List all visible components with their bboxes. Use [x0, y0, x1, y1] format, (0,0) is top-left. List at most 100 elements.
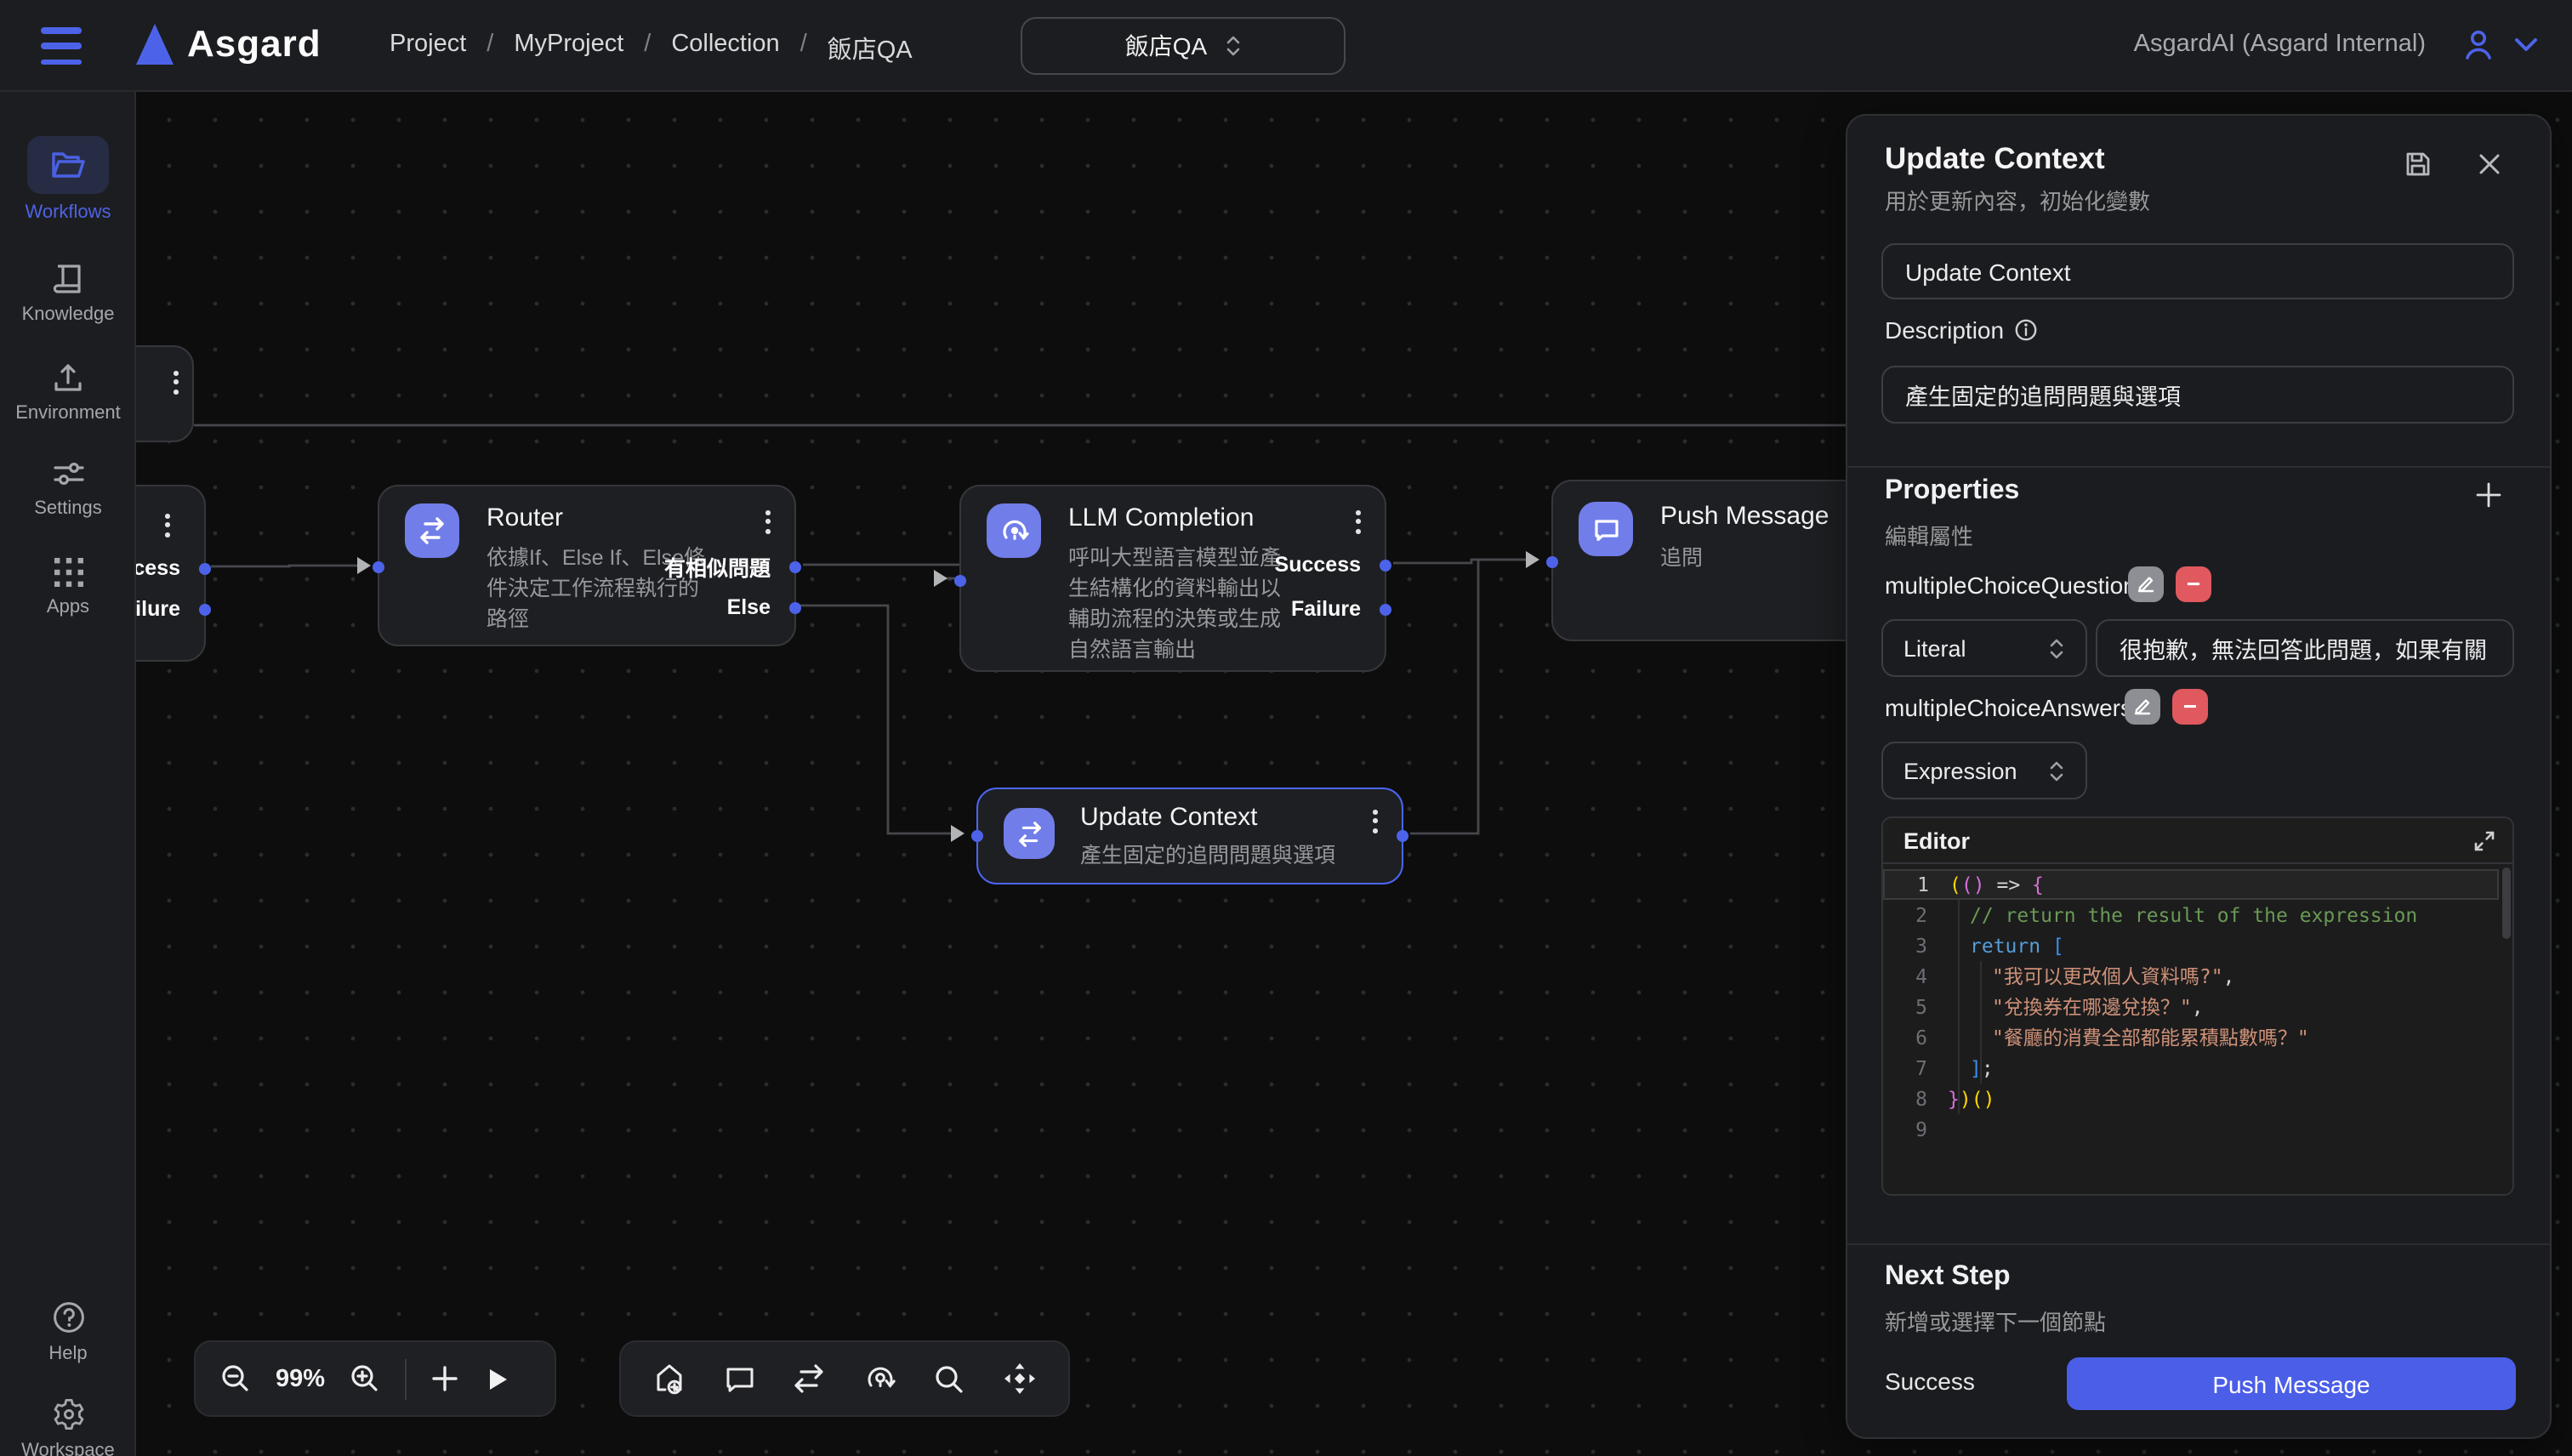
- node-menu-kebab-icon[interactable]: [170, 367, 182, 397]
- hamburger-menu-icon[interactable]: [41, 27, 82, 65]
- node-llm-completion[interactable]: LLM Completion 呼叫大型語言模型並產生結構化的資料輸出以輔助流程的…: [959, 485, 1386, 672]
- sidebar-item-knowledge[interactable]: Knowledge: [0, 262, 136, 325]
- description-input[interactable]: 產生固定的追問問題與選項: [1881, 366, 2514, 424]
- sidebar-item-settings[interactable]: Settings: [0, 458, 136, 519]
- port-label: Success: [136, 556, 180, 580]
- node-menu-kebab-icon[interactable]: [762, 507, 774, 537]
- breadcrumb-collection[interactable]: Collection: [671, 31, 779, 66]
- pencil-icon: [2137, 575, 2155, 594]
- input-port-dot[interactable]: [1546, 555, 1558, 567]
- zoom-out-button[interactable]: [219, 1362, 252, 1395]
- workflow-selector[interactable]: 飯店QA: [1021, 17, 1346, 75]
- code-line: 9: [1883, 1114, 2499, 1145]
- book-icon: [51, 262, 85, 296]
- add-button[interactable]: [430, 1364, 459, 1393]
- node-partial-top[interactable]: [136, 345, 194, 442]
- chevron-updown-icon: [2048, 637, 2065, 659]
- search-icon[interactable]: [933, 1362, 967, 1396]
- node-description: 產生固定的追問問題與選項: [1080, 840, 1395, 871]
- breadcrumb: Project/ MyProject/ Collection/ 飯店QA: [390, 31, 913, 66]
- sidebar-item-workflows[interactable]: Workflows: [0, 136, 136, 223]
- next-step-target-button[interactable]: Push Message: [2067, 1357, 2516, 1410]
- property-type-select[interactable]: Literal: [1881, 619, 2087, 677]
- sliders-icon: [50, 458, 86, 490]
- output-port-dot[interactable]: [1380, 603, 1391, 615]
- expand-icon[interactable]: [2473, 830, 2495, 852]
- node-name-input[interactable]: Update Context: [1881, 243, 2514, 299]
- node-router[interactable]: Router 依據If、Else If、Else條件決定工作流程執行的路徑 有相…: [378, 485, 796, 646]
- input-port-dot[interactable]: [971, 829, 983, 841]
- property-type-select[interactable]: Expression: [1881, 742, 2087, 799]
- toolbar-divider: [405, 1358, 407, 1399]
- chevron-down-icon[interactable]: [2514, 37, 2538, 53]
- node-update-context[interactable]: Update Context 產生固定的追問問題與選項: [976, 788, 1403, 884]
- zoom-in-button[interactable]: [349, 1362, 381, 1395]
- property-value-input[interactable]: 很抱歉，無法回答此問題，如果有關: [2096, 619, 2514, 677]
- properties-title: Properties: [1885, 476, 2019, 507]
- code-line: 5"兌換券在哪邊兌換？",: [1883, 992, 2499, 1022]
- app-root: Success Failure Router 依據If、Else If、Else…: [0, 0, 2572, 1456]
- panel-subtitle: 用於更新內容，初始化變數: [1885, 184, 2150, 216]
- port-label: Else: [727, 595, 771, 619]
- next-step-subtitle: 新增或選擇下一個節點: [1885, 1305, 2106, 1337]
- editor-label: Editor: [1903, 828, 1970, 854]
- sidebar-item-apps[interactable]: Apps: [0, 556, 136, 617]
- editor-scrollbar[interactable]: [2502, 867, 2511, 939]
- user-icon[interactable]: [2460, 26, 2497, 63]
- edit-property-button[interactable]: [2125, 689, 2160, 725]
- node-menu-kebab-icon[interactable]: [162, 510, 174, 540]
- node-title: Push Message: [1660, 502, 1829, 531]
- port-label: Failure: [136, 597, 180, 621]
- properties-subtitle: 編輯屬性: [1885, 519, 1973, 551]
- add-property-icon[interactable]: [2473, 480, 2504, 510]
- node-title: LLM Completion: [1068, 503, 1254, 532]
- code-line: 1(() => {: [1883, 869, 2499, 900]
- run-button[interactable]: [483, 1365, 510, 1392]
- llm-icon[interactable]: [862, 1361, 898, 1396]
- remove-property-button[interactable]: −: [2176, 566, 2211, 602]
- sidebar-item-workspace[interactable]: Workspace: [0, 1396, 136, 1456]
- save-icon[interactable]: [2404, 150, 2433, 179]
- port-label: Success: [1275, 553, 1361, 577]
- breadcrumb-project[interactable]: Project: [390, 31, 466, 66]
- edit-property-button[interactable]: [2128, 566, 2164, 602]
- move-icon[interactable]: [1002, 1361, 1038, 1396]
- help-circle-icon: [50, 1300, 86, 1335]
- grid-dots-icon: [52, 556, 84, 589]
- output-port-dot[interactable]: [789, 560, 801, 572]
- breadcrumb-current[interactable]: 飯店QA: [828, 31, 913, 66]
- edge-update-push: [1410, 560, 1526, 833]
- output-port-dot[interactable]: [199, 562, 211, 574]
- folder-open-icon: [49, 148, 87, 182]
- output-port-dot[interactable]: [1380, 559, 1391, 571]
- code-line: 7];: [1883, 1053, 2499, 1083]
- add-node-icon[interactable]: [652, 1361, 688, 1396]
- output-port-dot[interactable]: [789, 601, 801, 613]
- close-icon[interactable]: [2477, 151, 2502, 177]
- node-menu-kebab-icon[interactable]: [1352, 507, 1364, 537]
- zoom-level: 99%: [276, 1365, 325, 1392]
- sidebar-item-environment[interactable]: Environment: [0, 361, 136, 424]
- input-port-dot[interactable]: [954, 574, 966, 586]
- node-partial-left[interactable]: Success Failure: [136, 485, 206, 662]
- sidebar-item-help[interactable]: Help: [0, 1300, 136, 1364]
- swap-arrows-icon: [405, 503, 459, 558]
- breadcrumb-myproject[interactable]: MyProject: [514, 31, 623, 66]
- property-name: multipleChoiceQuestion: [1885, 572, 2137, 599]
- input-port-dot[interactable]: [373, 561, 384, 573]
- editor-header: Editor: [1883, 818, 2512, 864]
- node-menu-kebab-icon[interactable]: [1369, 806, 1381, 836]
- comment-icon[interactable]: [723, 1362, 757, 1396]
- node-title: Update Context: [1080, 803, 1257, 832]
- output-port-dot[interactable]: [1397, 829, 1408, 841]
- next-step-title: Next Step: [1885, 1262, 2011, 1293]
- swap-arrows-icon[interactable]: [792, 1361, 828, 1396]
- remove-property-button[interactable]: −: [2172, 689, 2208, 725]
- gear-icon: [50, 1396, 86, 1432]
- code-area[interactable]: 1(() => {2// return the result of the ex…: [1883, 864, 2512, 1194]
- expression-editor[interactable]: Editor 1(() => {2// return the result of…: [1881, 816, 2514, 1196]
- node-description: 呼叫大型語言模型並產生結構化的資料輸出以輔助流程的決策或生成自然語言輸出: [1068, 543, 1293, 665]
- property-name: multipleChoiceAnswers: [1885, 694, 2132, 721]
- output-port-dot[interactable]: [199, 603, 211, 615]
- llm-refresh-bulb-icon: [987, 503, 1041, 558]
